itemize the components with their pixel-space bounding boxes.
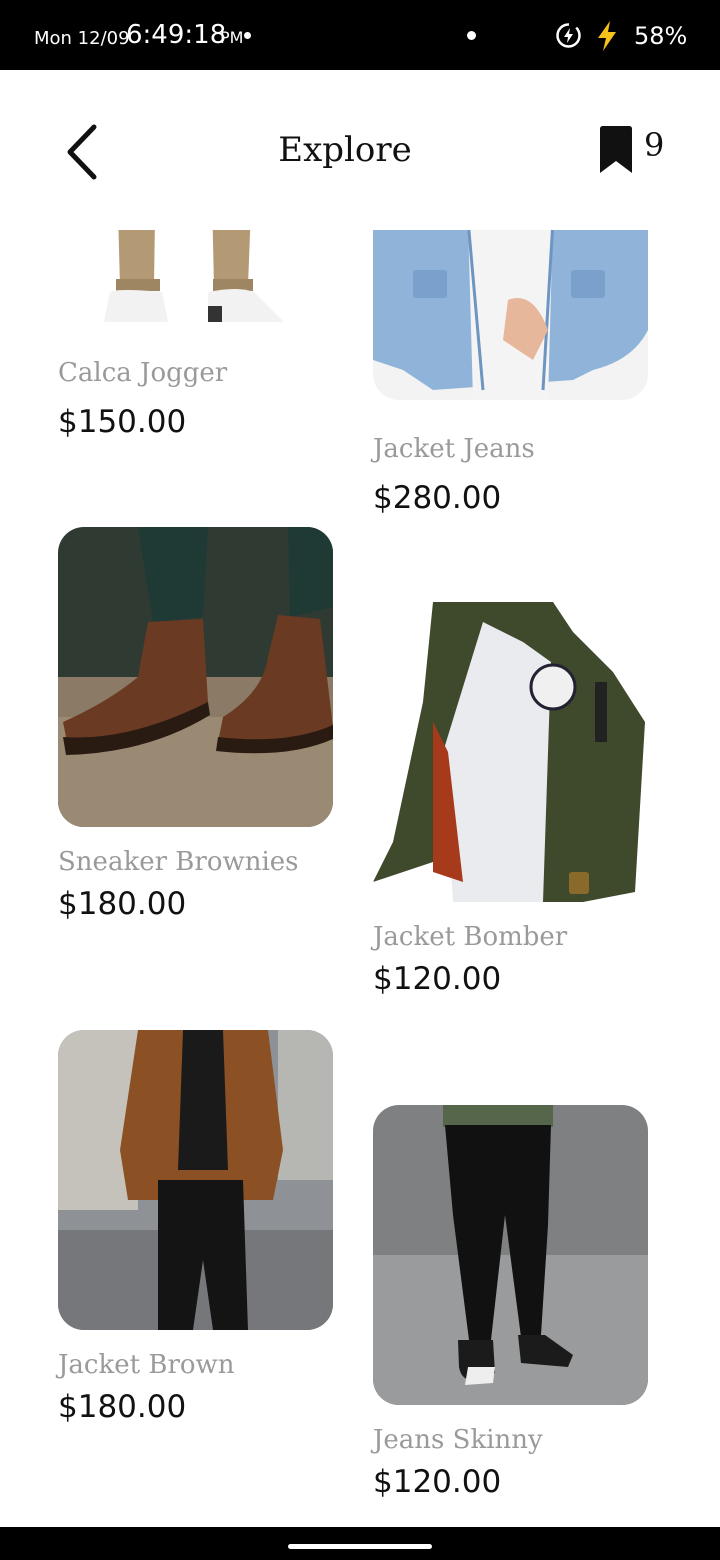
product-name: Jacket Brown <box>58 1350 235 1380</box>
battery-saver-icon <box>556 23 581 48</box>
product-card[interactable]: Calca Jogger $150.00 <box>58 230 333 440</box>
product-image <box>58 1030 333 1330</box>
battery-percent: 58% <box>634 22 688 50</box>
product-image <box>373 602 648 902</box>
product-card[interactable]: Sneaker Brownies $180.00 <box>58 527 333 927</box>
status-bar: Mon 12/09 6:49:18 PM 58% <box>0 0 720 70</box>
status-ampm: PM <box>220 28 244 47</box>
product-card[interactable]: Jacket Jeans $280.00 <box>373 230 648 516</box>
product-name: Calca Jogger <box>58 358 228 388</box>
bookmark-icon <box>600 126 632 173</box>
product-name: Jeans Skinny <box>373 1425 543 1455</box>
charging-icon <box>598 21 616 51</box>
product-image <box>58 230 333 324</box>
product-price: $120.00 <box>373 961 502 997</box>
chevron-left-icon <box>67 124 97 180</box>
product-image <box>58 527 333 827</box>
product-price: $150.00 <box>58 404 187 440</box>
product-image <box>373 1105 648 1405</box>
product-name: Jacket Jeans <box>373 434 535 464</box>
product-price: $180.00 <box>58 886 187 922</box>
product-image <box>373 230 648 400</box>
status-date: Mon 12/09 <box>34 28 130 49</box>
notification-dot-icon <box>244 32 251 39</box>
product-card[interactable]: Jacket Bomber $120.00 <box>373 602 648 1002</box>
product-grid: Calca Jogger $150.00 Jacket Jeans $280.0… <box>0 230 720 1527</box>
app-header: Explore 9 <box>0 70 720 230</box>
home-gesture-handle[interactable] <box>288 1544 432 1549</box>
product-name: Jacket Bomber <box>373 922 568 952</box>
product-card[interactable]: Jeans Skinny $120.00 <box>373 1105 648 1505</box>
product-price: $180.00 <box>58 1389 187 1425</box>
product-card[interactable]: Jacket Brown $180.00 <box>58 1030 333 1430</box>
navigation-bar <box>0 1527 720 1560</box>
product-name: Sneaker Brownies <box>58 847 299 877</box>
bookmark-count: 9 <box>644 126 665 164</box>
notification-dot-icon <box>467 31 476 40</box>
back-button[interactable] <box>56 122 106 182</box>
bookmarks-button[interactable]: 9 <box>596 122 676 182</box>
product-price: $120.00 <box>373 1464 502 1500</box>
status-time: 6:49:18 <box>126 20 227 50</box>
page-title: Explore <box>278 130 412 170</box>
product-price: $280.00 <box>373 480 502 516</box>
